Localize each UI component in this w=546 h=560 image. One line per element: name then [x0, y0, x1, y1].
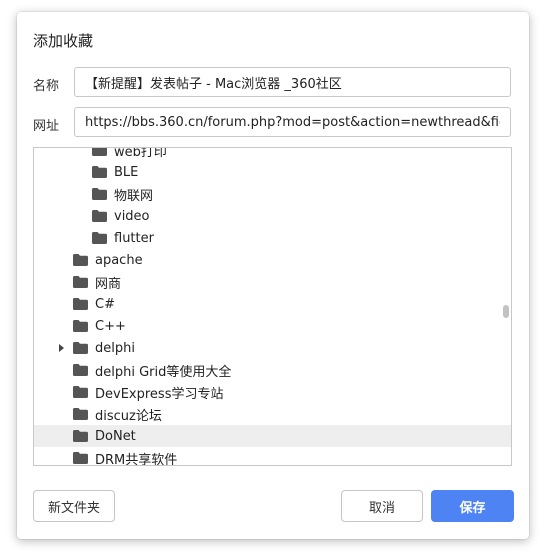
folder-icon: [73, 408, 88, 420]
tree-item[interactable]: 网商: [34, 271, 511, 293]
new-folder-button[interactable]: 新文件夹: [33, 490, 115, 522]
expand-caret-icon[interactable]: [59, 344, 64, 352]
tree-item-label: video: [114, 208, 150, 224]
folder-icon: [73, 342, 88, 354]
tree-item[interactable]: delphi Grid等使用大全: [34, 359, 511, 381]
tree-item-label: delphi: [95, 340, 135, 356]
tree-item[interactable]: apache: [34, 249, 511, 271]
tree-item-label: DevExpress学习专站: [95, 386, 224, 402]
tree-item[interactable]: flutter: [34, 227, 511, 249]
tree-item-label: web打印: [114, 147, 167, 160]
folder-icon: [92, 232, 107, 244]
tree-scrollbar[interactable]: [503, 305, 509, 318]
folder-icon: [92, 188, 107, 200]
folder-icon: [73, 430, 88, 442]
dialog-title: 添加收藏: [33, 32, 94, 50]
folder-icon: [73, 298, 88, 310]
tree-item[interactable]: BLE: [34, 161, 511, 183]
tree-item-label: 网商: [95, 276, 122, 292]
tree-item[interactable]: delphi: [34, 337, 511, 359]
url-field[interactable]: [74, 107, 511, 137]
tree-item[interactable]: discuz论坛: [34, 403, 511, 425]
tree-item-label: apache: [95, 252, 143, 268]
url-label: 网址: [33, 119, 60, 134]
tree-item[interactable]: DoNet: [34, 425, 511, 447]
tree-item[interactable]: DevExpress学习专站: [34, 381, 511, 403]
folder-icon: [92, 148, 107, 156]
folder-icon: [73, 276, 88, 288]
folder-icon: [73, 254, 88, 266]
cancel-button[interactable]: 取消: [341, 490, 423, 522]
tree-item-label: C++: [95, 318, 126, 334]
tree-item[interactable]: C#: [34, 293, 511, 315]
tree-item-label: BLE: [114, 164, 139, 180]
tree-item-label: DoNet: [95, 428, 136, 444]
tree-item[interactable]: DRM共享软件: [34, 447, 511, 466]
folder-tree[interactable]: web打印 BLE 物联网 video flutter apache 网商 C# C++ delp…: [33, 147, 512, 466]
tree-item-label: delphi Grid等使用大全: [95, 364, 232, 380]
tree-item[interactable]: web打印: [34, 147, 511, 161]
folder-icon: [73, 452, 88, 464]
folder-tree-list: web打印 BLE 物联网 video flutter apache 网商 C# C++ delp…: [34, 147, 511, 466]
folder-icon: [92, 210, 107, 222]
folder-icon: [73, 320, 88, 332]
name-label: 名称: [33, 79, 60, 94]
tree-item-label: discuz论坛: [95, 408, 162, 424]
folder-icon: [73, 386, 88, 398]
add-bookmark-dialog: 添加收藏 名称 网址 web打印 BLE 物联网 video flutter apache…: [17, 12, 529, 539]
tree-item[interactable]: video: [34, 205, 511, 227]
tree-item-label: C#: [95, 296, 115, 312]
save-button[interactable]: 保存: [431, 490, 514, 522]
tree-item[interactable]: 物联网: [34, 183, 511, 205]
folder-icon: [73, 364, 88, 376]
folder-icon: [92, 166, 107, 178]
tree-item-label: DRM共享软件: [95, 452, 178, 466]
name-field[interactable]: [74, 67, 511, 97]
tree-item[interactable]: C++: [34, 315, 511, 337]
tree-item-label: flutter: [114, 230, 154, 246]
tree-item-label: 物联网: [114, 188, 154, 204]
